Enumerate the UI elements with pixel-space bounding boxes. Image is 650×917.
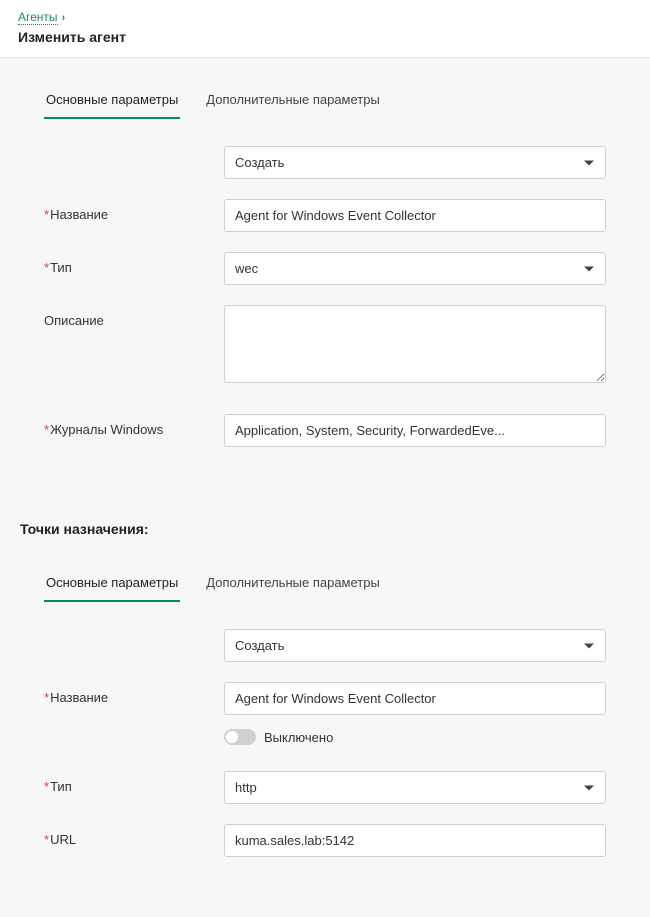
row-url: *URL <box>44 824 606 857</box>
row-name-2: *Название Выключено <box>44 682 606 745</box>
tab-main-params[interactable]: Основные параметры <box>44 82 180 119</box>
enabled-toggle[interactable] <box>224 729 256 745</box>
label-type-2: *Тип <box>44 771 224 794</box>
name-input[interactable] <box>224 199 606 232</box>
tabs-panel1: Основные параметры Дополнительные параме… <box>44 82 632 120</box>
create-action-select[interactable]: Создать <box>224 146 606 179</box>
row-create-action-2: Создать <box>44 629 606 662</box>
toggle-label: Выключено <box>264 730 333 745</box>
breadcrumb-parent-link[interactable]: Агенты <box>18 10 58 25</box>
url-input[interactable] <box>224 824 606 857</box>
journals-input[interactable] <box>224 414 606 447</box>
label-description: Описание <box>44 305 224 328</box>
destinations-section-title: Точки назначения: <box>20 521 632 537</box>
row-description: Описание <box>44 305 606 386</box>
type-select-2[interactable]: http <box>224 771 606 804</box>
tab-extra-params[interactable]: Дополнительные параметры <box>204 82 382 119</box>
tab-extra-params-2[interactable]: Дополнительные параметры <box>204 565 382 602</box>
label-name-2: *Название <box>44 682 224 705</box>
label-name: *Название <box>44 199 224 222</box>
row-create-action: Создать <box>44 146 606 179</box>
row-type-2: *Тип http <box>44 771 606 804</box>
destination-params-panel: Основные параметры Дополнительные параме… <box>18 541 632 907</box>
tab-main-params-2[interactable]: Основные параметры <box>44 565 180 602</box>
chevron-right-icon: › <box>62 12 66 24</box>
row-journals: *Журналы Windows <box>44 414 606 447</box>
tabs-panel2: Основные параметры Дополнительные параме… <box>44 565 632 603</box>
breadcrumb: Агенты › <box>18 10 632 25</box>
page-header: Агенты › Изменить агент <box>0 0 650 58</box>
type-select[interactable]: wec <box>224 252 606 285</box>
create-action-select-2[interactable]: Создать <box>224 629 606 662</box>
label-type: *Тип <box>44 252 224 275</box>
agent-params-panel: Основные параметры Дополнительные параме… <box>18 58 632 497</box>
name-input-2[interactable] <box>224 682 606 715</box>
row-name: *Название <box>44 199 606 232</box>
page-body: Основные параметры Дополнительные параме… <box>0 58 650 917</box>
page-title: Изменить агент <box>18 29 632 45</box>
description-textarea[interactable] <box>224 305 606 383</box>
row-type: *Тип wec <box>44 252 606 285</box>
label-journals: *Журналы Windows <box>44 414 224 437</box>
label-url: *URL <box>44 824 224 847</box>
